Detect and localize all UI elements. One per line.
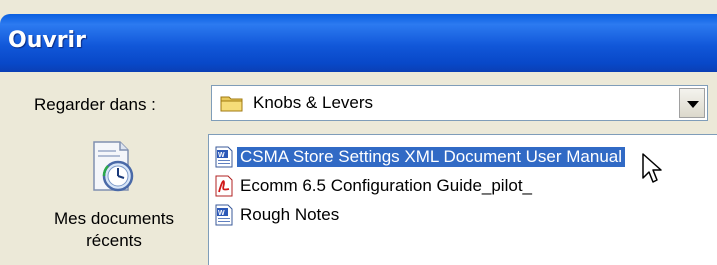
- title-bar[interactable]: Ouvrir: [0, 14, 717, 72]
- open-file-dialog: Ouvrir Regarder dans : Knobs & Levers Me…: [0, 0, 717, 265]
- look-in-label: Regarder dans :: [34, 95, 156, 114]
- look-in-value: Knobs & Levers: [253, 93, 374, 112]
- folder-icon: [220, 96, 243, 112]
- word-document-icon: W: [215, 204, 233, 226]
- places-label-line1: Mes documents: [54, 209, 174, 228]
- pdf-document-icon: [215, 175, 233, 197]
- svg-text:W: W: [218, 152, 225, 159]
- word-document-icon: W: [215, 146, 233, 168]
- look-in-dropdown[interactable]: Knobs & Levers: [211, 85, 708, 121]
- svg-text:W: W: [218, 210, 225, 217]
- mouse-cursor-icon: [642, 153, 662, 183]
- file-item[interactable]: W CSMA Store Settings XML Document User …: [214, 143, 714, 171]
- file-name: Ecomm 6.5 Configuration Guide_pilot_: [240, 176, 532, 195]
- dialog-title: Ouvrir: [8, 28, 86, 53]
- file-name: CSMA Store Settings XML Document User Ma…: [237, 147, 626, 167]
- recent-documents-icon: [93, 141, 134, 192]
- dropdown-button[interactable]: [679, 88, 705, 118]
- file-name: Rough Notes: [240, 205, 340, 224]
- places-label: Mes documents récents: [28, 208, 200, 252]
- file-item[interactable]: W Rough Notes: [214, 201, 714, 229]
- chevron-down-icon: [687, 101, 699, 108]
- places-label-line2: récents: [86, 231, 142, 250]
- file-item[interactable]: Ecomm 6.5 Configuration Guide_pilot_: [214, 172, 714, 200]
